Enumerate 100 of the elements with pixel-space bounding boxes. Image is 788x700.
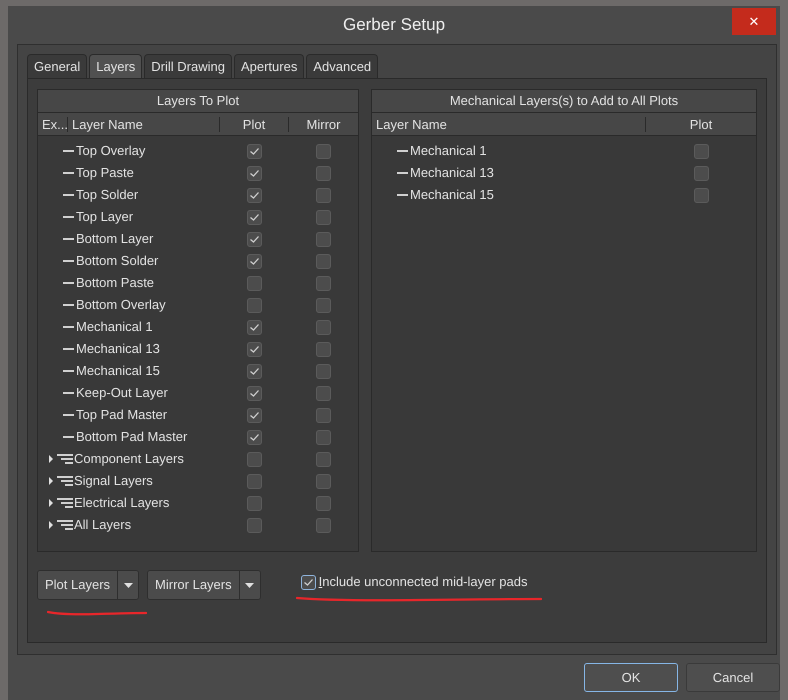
- split-button[interactable]: Mirror Layers: [147, 570, 261, 600]
- checkbox[interactable]: [316, 386, 331, 400]
- caret-icon: [245, 582, 254, 588]
- checkbox[interactable]: [247, 430, 262, 444]
- tab[interactable]: General: [27, 54, 88, 78]
- checkbox[interactable]: [316, 496, 331, 510]
- checkbox[interactable]: [316, 144, 331, 158]
- checkbox[interactable]: [247, 144, 262, 158]
- column-header[interactable]: Layer Name: [372, 116, 646, 132]
- layer-name: Signal Layers: [74, 473, 153, 489]
- column-header[interactable]: Plot: [646, 116, 756, 132]
- layer-name: Top Solder: [76, 187, 138, 203]
- expand-arrow-icon[interactable]: [48, 499, 54, 507]
- layer-stack-icon: [57, 476, 73, 486]
- checkbox[interactable]: [247, 342, 262, 356]
- column-header[interactable]: Ex...: [38, 116, 68, 132]
- expand-arrow-icon[interactable]: [48, 455, 54, 463]
- checkbox[interactable]: [247, 298, 262, 312]
- layer-name: Top Paste: [76, 165, 134, 181]
- check-icon: [249, 234, 260, 244]
- check-icon: [302, 578, 314, 586]
- checkbox[interactable]: [694, 188, 708, 202]
- layer-name: Component Layers: [74, 451, 184, 467]
- layer-name: Keep-Out Layer: [76, 385, 168, 401]
- checkbox[interactable]: [316, 188, 331, 202]
- check-icon: [249, 322, 260, 332]
- layer-name: Bottom Paste: [76, 275, 154, 291]
- checkbox[interactable]: [316, 342, 331, 356]
- checkbox[interactable]: [247, 276, 262, 290]
- check-icon: [249, 256, 260, 266]
- checkbox[interactable]: [316, 298, 331, 312]
- checkbox[interactable]: [316, 474, 331, 488]
- layer-name: Bottom Overlay: [76, 297, 166, 313]
- checkbox-label[interactable]: Include unconnected mid-layer pads: [318, 574, 528, 590]
- checkbox[interactable]: [694, 144, 708, 158]
- layer-stack-icon: [57, 454, 73, 464]
- layer-name: Mechanical 1: [76, 319, 153, 335]
- column-header[interactable]: Plot: [220, 116, 289, 132]
- checkbox[interactable]: [316, 232, 331, 246]
- checkbox[interactable]: [316, 166, 331, 180]
- layer-name: Bottom Layer: [76, 231, 154, 247]
- checkbox[interactable]: [247, 232, 262, 246]
- checkbox[interactable]: [247, 188, 262, 202]
- checkbox[interactable]: [694, 166, 708, 180]
- dialog-button[interactable]: Cancel: [686, 663, 780, 692]
- checkbox[interactable]: [247, 254, 262, 268]
- table-title: Mechanical Layers(s) to Add to All Plots: [372, 90, 756, 113]
- layer-name: Bottom Solder: [76, 253, 158, 269]
- dialog-button[interactable]: OK: [584, 663, 678, 692]
- tab[interactable]: Apertures: [234, 54, 304, 78]
- table-title: Layers To Plot: [38, 90, 358, 113]
- checkbox[interactable]: [247, 518, 262, 532]
- checkbox[interactable]: [316, 320, 331, 334]
- layer-name: Mechanical 15: [410, 187, 494, 203]
- check-icon: [249, 344, 260, 354]
- checkbox[interactable]: [247, 364, 262, 378]
- checkbox[interactable]: [247, 452, 262, 466]
- split-button[interactable]: Plot Layers: [37, 570, 140, 600]
- checkbox[interactable]: [316, 254, 331, 268]
- checkbox[interactable]: [316, 408, 331, 422]
- check-icon: [249, 168, 260, 178]
- checkbox[interactable]: [316, 210, 331, 224]
- checkbox[interactable]: [300, 574, 316, 590]
- tab[interactable]: Layers: [89, 54, 142, 78]
- layer-stack-icon: [57, 520, 73, 530]
- check-icon: [249, 190, 260, 200]
- checkbox[interactable]: [247, 166, 262, 180]
- checkbox[interactable]: [316, 430, 331, 444]
- layer-name: Mechanical 13: [410, 165, 494, 181]
- column-header[interactable]: Mirror: [289, 116, 358, 132]
- checkbox[interactable]: [247, 210, 262, 224]
- close-button[interactable]: ✕: [732, 8, 776, 35]
- checkbox[interactable]: [316, 518, 331, 532]
- layer-name: Top Layer: [76, 209, 134, 225]
- layer-name: Top Overlay: [76, 143, 146, 159]
- tab[interactable]: Advanced: [306, 54, 378, 78]
- check-icon: [249, 410, 260, 420]
- checkbox[interactable]: [316, 276, 331, 290]
- layer-name: Top Pad Master: [76, 407, 168, 423]
- checkbox[interactable]: [316, 452, 331, 466]
- checkbox[interactable]: [316, 364, 331, 378]
- layer-stack-icon: [57, 498, 73, 508]
- caret-icon: [124, 582, 133, 588]
- check-icon: [249, 366, 260, 376]
- tab[interactable]: Drill Drawing: [144, 54, 232, 78]
- checkbox[interactable]: [247, 386, 262, 400]
- layer-name: All Layers: [74, 517, 132, 533]
- layer-name: Mechanical 1: [410, 143, 487, 159]
- checkbox[interactable]: [247, 320, 262, 334]
- expand-arrow-icon[interactable]: [48, 521, 54, 529]
- checkbox[interactable]: [247, 496, 262, 510]
- expand-arrow-icon[interactable]: [48, 477, 54, 485]
- checkbox[interactable]: [247, 408, 262, 422]
- check-icon: [249, 212, 260, 222]
- layer-name: Mechanical 15: [76, 363, 160, 379]
- column-header[interactable]: Layer Name: [68, 116, 220, 132]
- window-title: Gerber Setup: [342, 14, 446, 36]
- layer-name: Mechanical 13: [76, 341, 160, 357]
- check-icon: [249, 388, 260, 398]
- checkbox[interactable]: [247, 474, 262, 488]
